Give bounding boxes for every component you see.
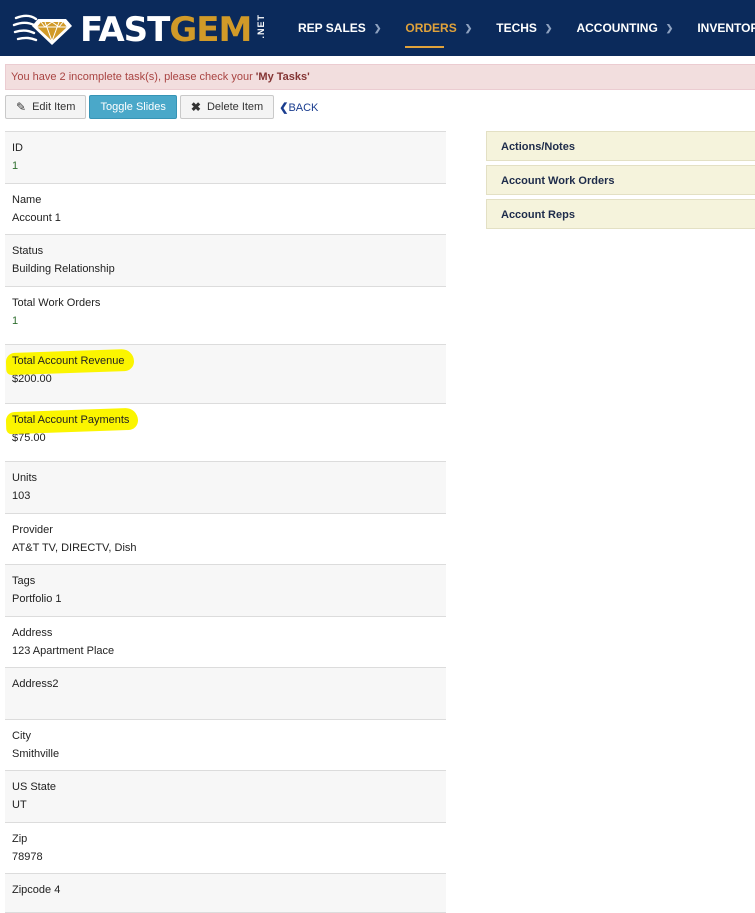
chevron-down-icon: ❯ xyxy=(544,22,553,33)
field-row-us-state: US State UT xyxy=(5,770,446,822)
nav-inventory[interactable]: INVENTORY❯ xyxy=(685,0,755,56)
field-label: City xyxy=(12,730,31,742)
field-label: Provider xyxy=(12,524,53,536)
field-label: US State xyxy=(12,781,57,793)
edit-item-button[interactable]: ✎ Edit Item xyxy=(5,95,87,119)
nav-rep-sales-label: REP SALES xyxy=(298,21,366,35)
field-label: ID xyxy=(12,142,23,154)
panel-account-work-orders[interactable]: Account Work Orders xyxy=(486,165,755,195)
field-value-total-account-revenue: $200.00 xyxy=(12,373,52,385)
toggle-slides-label: Toggle Slides xyxy=(100,101,166,113)
field-value-id[interactable]: 1 xyxy=(12,160,439,173)
field-value-total-work-orders[interactable]: 1 xyxy=(12,315,439,328)
field-row-status: Status Building Relationship xyxy=(5,234,446,286)
account-detail-list: ID 1 Name Account 1 Status Building Rela… xyxy=(5,131,446,913)
nav-accounting-label: ACCOUNTING xyxy=(576,21,658,35)
brand-net-text: .NET xyxy=(256,14,266,39)
panel-account-reps[interactable]: Account Reps xyxy=(486,199,755,229)
toggle-slides-button[interactable]: Toggle Slides xyxy=(89,95,177,119)
field-value-name: Account 1 xyxy=(12,212,61,224)
field-value-city: Smithville xyxy=(12,748,60,760)
field-row-zipcode4: Zipcode 4 xyxy=(5,873,446,913)
field-label: Address2 xyxy=(12,678,59,690)
nav-inventory-label: INVENTORY xyxy=(697,21,755,35)
panel-actions-notes[interactable]: Actions/Notes xyxy=(486,131,755,161)
field-label: Zip xyxy=(12,833,28,845)
field-row-units: Units 103 xyxy=(5,461,446,513)
field-value-zip: 78978 xyxy=(12,851,43,863)
field-row-id: ID 1 xyxy=(5,131,446,183)
field-row-name: Name Account 1 xyxy=(5,183,446,234)
field-row-address: Address 123 Apartment Place xyxy=(5,616,446,667)
brand-fast-text: FAST xyxy=(80,10,170,50)
field-label: Total Account Payments xyxy=(12,414,130,426)
field-label: Name xyxy=(12,194,42,206)
chevron-down-icon: ❯ xyxy=(373,22,382,33)
nav-orders[interactable]: ORDERS ❯ xyxy=(393,0,484,56)
field-label: Zipcode 4 xyxy=(12,884,61,896)
nav-techs[interactable]: TECHS ❯ xyxy=(484,0,564,56)
field-row-provider: Provider AT&T TV, DIRECTV, Dish xyxy=(5,513,446,564)
alert-text: You have 2 incomplete task(s), please ch… xyxy=(11,71,256,83)
close-icon: ✖ xyxy=(190,100,201,114)
field-label: Status xyxy=(12,245,44,257)
delete-item-label: Delete Item xyxy=(206,101,264,113)
edit-item-label: Edit Item xyxy=(32,101,76,113)
field-value-address: 123 Apartment Place xyxy=(12,645,115,657)
field-row-total-account-revenue: Total Account Revenue $200.00 xyxy=(5,344,446,403)
field-row-city: City Smithville xyxy=(5,719,446,770)
brand-gem-text: GEM xyxy=(169,10,252,50)
field-value-tags: Portfolio 1 xyxy=(12,593,62,605)
field-row-tags: Tags Portfolio 1 xyxy=(5,564,446,616)
field-value-us-state: UT xyxy=(12,799,27,811)
back-link[interactable]: ❮BACK xyxy=(279,101,318,114)
nav-accounting[interactable]: ACCOUNTING ❯ xyxy=(564,0,685,56)
nav-techs-label: TECHS xyxy=(496,21,537,35)
nav-rep-sales[interactable]: REP SALES ❯ xyxy=(286,0,393,56)
field-row-total-work-orders: Total Work Orders 1 xyxy=(5,286,446,344)
nav-orders-label: ORDERS xyxy=(405,21,457,35)
item-toolbar: ✎ Edit Item Toggle Slides ✖ Delete Item … xyxy=(5,95,318,119)
edit-icon: ✎ xyxy=(16,100,27,114)
field-value-total-account-payments: $75.00 xyxy=(12,432,46,444)
back-label: BACK xyxy=(288,101,319,114)
field-label: Total Account Revenue xyxy=(12,355,125,367)
field-label: Tags xyxy=(12,575,36,587)
field-row-zip: Zip 78978 xyxy=(5,822,446,873)
main-menu: REP SALES ❯ ORDERS ❯ TECHS ❯ ACCOUNTING ❯ IN… xyxy=(286,0,755,56)
field-label: Units xyxy=(12,472,38,484)
brand-logo[interactable]: FASTGEM .NET xyxy=(12,10,266,50)
chevron-down-icon: ❯ xyxy=(665,22,674,33)
top-navbar: FASTGEM .NET REP SALES ❯ ORDERS ❯ TECHS ❯ A… xyxy=(0,0,755,56)
delete-item-button[interactable]: ✖ Delete Item xyxy=(179,95,275,119)
field-label: Total Work Orders xyxy=(12,297,101,309)
field-row-total-account-payments: Total Account Payments $75.00 xyxy=(5,403,446,461)
field-value-provider: AT&T TV, DIRECTV, Dish xyxy=(12,542,137,554)
gem-logo-icon xyxy=(12,14,72,45)
chevron-down-icon: ❯ xyxy=(464,22,473,33)
incomplete-tasks-alert: You have 2 incomplete task(s), please ch… xyxy=(5,64,755,90)
my-tasks-link[interactable]: 'My Tasks' xyxy=(256,71,310,83)
field-value-status: Building Relationship xyxy=(12,263,115,275)
field-row-address2: Address2 xyxy=(5,667,446,719)
field-label: Address xyxy=(12,627,53,639)
field-value-units: 103 xyxy=(12,490,31,502)
side-panels: Actions/Notes Account Work Orders Accoun… xyxy=(486,131,755,233)
